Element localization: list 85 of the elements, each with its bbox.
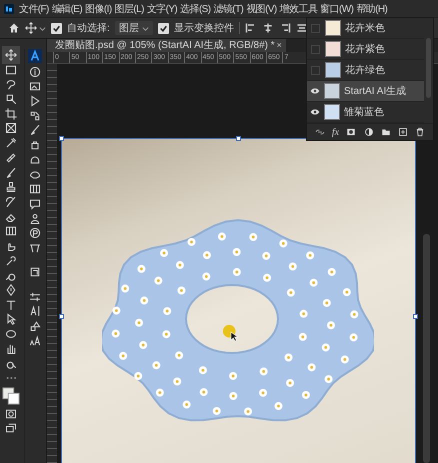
folder-icon[interactable] bbox=[380, 127, 391, 137]
shapes-icon[interactable] bbox=[29, 320, 42, 332]
menu-item[interactable]: 增效工具 bbox=[280, 2, 318, 16]
play-icon[interactable] bbox=[29, 95, 42, 108]
scrollbar-thumb[interactable] bbox=[423, 234, 430, 463]
layer-row[interactable]: 雏菊蓝色 bbox=[307, 102, 424, 123]
path-nodes-icon[interactable] bbox=[29, 242, 42, 254]
stamp-icon[interactable] bbox=[4, 181, 17, 194]
eye-icon[interactable] bbox=[310, 107, 320, 117]
menu-item[interactable]: 滤镜(T) bbox=[214, 2, 244, 16]
history-brush-icon[interactable] bbox=[4, 196, 17, 208]
menu-item[interactable]: 帮助(H) bbox=[356, 2, 388, 16]
crop-icon[interactable] bbox=[4, 108, 17, 120]
layer-name: 花卉紫色 bbox=[345, 42, 385, 56]
transform-handle[interactable] bbox=[59, 314, 64, 319]
menu-item[interactable]: 编辑(E) bbox=[52, 2, 82, 16]
info-icon[interactable] bbox=[29, 66, 42, 78]
cursor-icon bbox=[222, 324, 240, 342]
pen-icon[interactable] bbox=[4, 284, 17, 296]
move-icon[interactable] bbox=[25, 22, 37, 34]
move-icon[interactable] bbox=[4, 49, 17, 61]
menu-item[interactable]: 文字(Y) bbox=[146, 2, 178, 16]
frame-icon[interactable] bbox=[4, 122, 17, 134]
type-icon[interactable] bbox=[4, 298, 17, 311]
menu-item[interactable]: 文件(F) bbox=[19, 2, 49, 16]
caret-icon[interactable] bbox=[142, 24, 149, 32]
document-tab[interactable]: 发圈贴图.psd @ 105% (StartAI AI生成, RGB/8#) * bbox=[47, 39, 277, 52]
checkbox[interactable] bbox=[158, 22, 169, 34]
transform-handle[interactable] bbox=[236, 136, 241, 141]
screen-mode-icon[interactable] bbox=[4, 422, 17, 434]
align-center-icon[interactable] bbox=[262, 22, 274, 34]
quick-mask-icon[interactable] bbox=[4, 408, 17, 420]
align-left-icon[interactable] bbox=[244, 22, 257, 34]
blob-icon[interactable] bbox=[29, 154, 42, 166]
show-transform-label: 显示变换控件 bbox=[174, 22, 234, 35]
font-size-icon[interactable] bbox=[29, 334, 42, 347]
auto-select-label: 自动选择: bbox=[67, 22, 110, 35]
brush-icon[interactable] bbox=[29, 124, 42, 136]
adjustment-icon[interactable] bbox=[364, 127, 374, 137]
caret-icon[interactable] bbox=[39, 24, 46, 32]
menu-item[interactable]: 图层(L) bbox=[114, 2, 144, 16]
speech-bubble-icon[interactable] bbox=[29, 198, 42, 210]
app-logo-icon[interactable] bbox=[4, 4, 14, 14]
person-stamp-icon[interactable] bbox=[29, 212, 42, 225]
bandage-icon[interactable] bbox=[4, 152, 17, 164]
selection-icon[interactable] bbox=[4, 93, 17, 106]
mask-icon[interactable] bbox=[346, 127, 356, 137]
gradient-icon[interactable] bbox=[29, 183, 42, 196]
trash-icon[interactable] bbox=[415, 127, 426, 137]
layer-style-button[interactable]: fx bbox=[332, 126, 340, 138]
add-layer-icon[interactable] bbox=[398, 127, 408, 137]
layer-row[interactable]: 花卉紫色 bbox=[307, 39, 424, 60]
layer-name: StartAI AI生成 bbox=[344, 84, 406, 98]
visibility-toggle[interactable] bbox=[311, 66, 320, 74]
link-icon[interactable] bbox=[314, 127, 325, 137]
checkbox[interactable] bbox=[51, 22, 62, 34]
menu-item[interactable]: 图像(I) bbox=[85, 2, 112, 16]
visibility-toggle[interactable] bbox=[311, 44, 320, 54]
menu-item[interactable]: 选择(S) bbox=[180, 2, 210, 16]
home-icon[interactable] bbox=[8, 22, 20, 34]
layer-row[interactable]: 花卉米色 bbox=[307, 18, 424, 39]
marquee-icon[interactable] bbox=[4, 64, 17, 76]
layer-row[interactable]: StartAI AI生成 bbox=[307, 81, 424, 102]
eyedropper-icon[interactable] bbox=[4, 137, 17, 150]
distribute-icon[interactable] bbox=[296, 22, 308, 34]
block-icon[interactable] bbox=[29, 139, 42, 152]
brush-icon[interactable] bbox=[4, 166, 17, 178]
sliders-icon[interactable] bbox=[29, 290, 42, 303]
ai-logo-icon[interactable] bbox=[28, 49, 42, 63]
eye-icon[interactable] bbox=[310, 86, 320, 96]
visibility-toggle[interactable] bbox=[311, 24, 320, 32]
menu-item[interactable]: 窗口(W) bbox=[320, 2, 354, 16]
layer-name: 雏菊蓝色 bbox=[344, 106, 384, 119]
lasso-icon[interactable] bbox=[4, 78, 17, 90]
layer-dropdown[interactable]: 图层 bbox=[114, 21, 153, 35]
pointer-icon[interactable] bbox=[4, 313, 17, 326]
text-cursor-icon[interactable] bbox=[29, 305, 42, 318]
image-icon[interactable] bbox=[29, 80, 42, 92]
color-swatches-icon[interactable] bbox=[2, 386, 20, 405]
menu-item[interactable]: 视图(V) bbox=[246, 2, 277, 16]
transform-handle[interactable] bbox=[413, 314, 418, 319]
transform-handle[interactable] bbox=[59, 136, 64, 141]
layer-name: 花卉米色 bbox=[345, 22, 385, 35]
layer-name: 花卉绿色 bbox=[345, 64, 385, 77]
gradient-icon[interactable] bbox=[4, 225, 17, 238]
